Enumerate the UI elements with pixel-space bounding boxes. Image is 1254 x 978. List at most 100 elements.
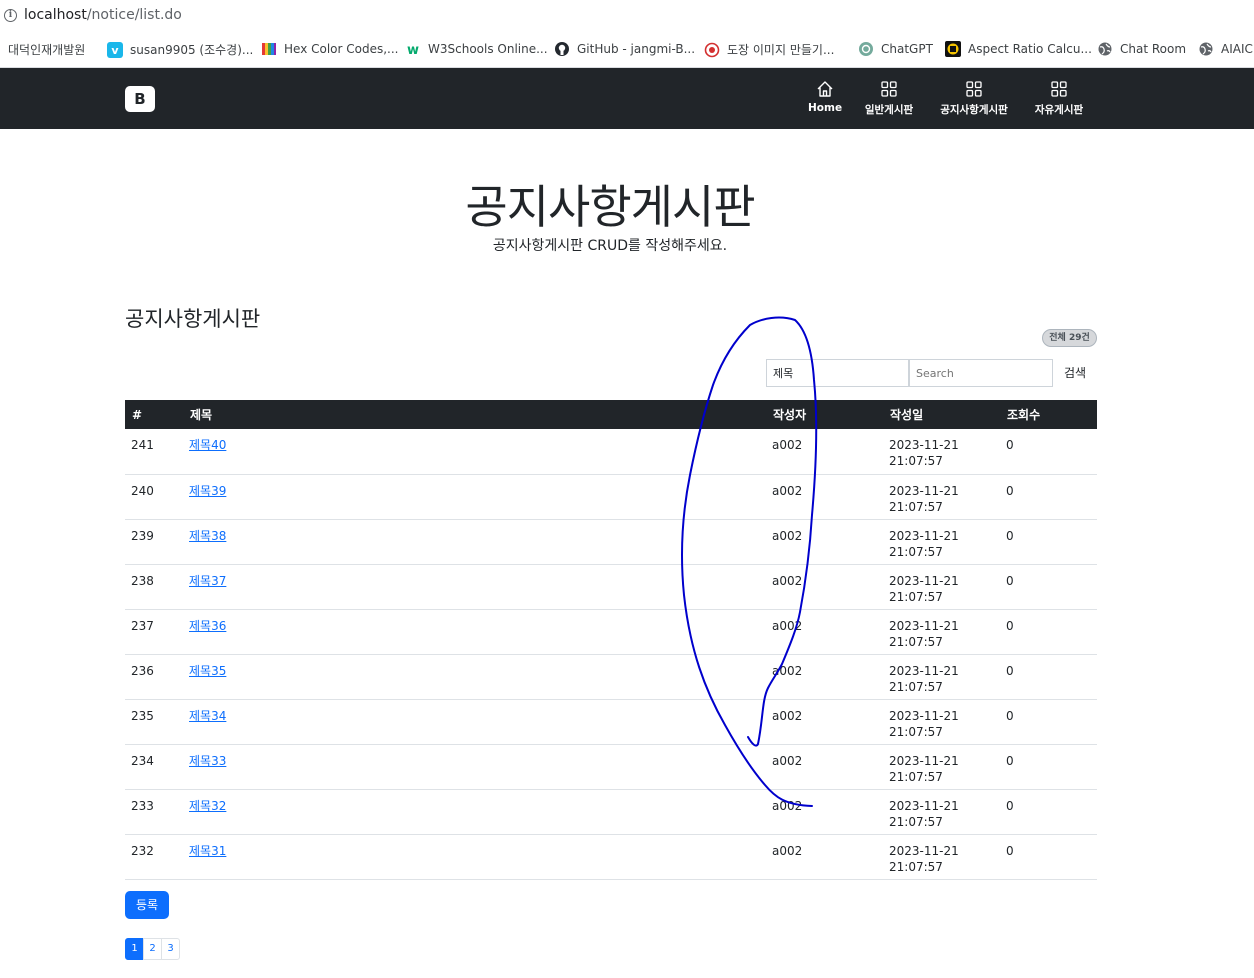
cell-hits: 0 [1006, 753, 1014, 768]
col-header-title: 제목 [190, 408, 213, 422]
date-text: 2023-11-21 [889, 663, 959, 678]
bookmark-item[interactable]: 도장 이미지 만들기... [704, 41, 834, 58]
table-row: 232 제목31 a002 2023-11-21 21:07:57 0 [125, 834, 1097, 879]
title-link[interactable]: 제목40 [189, 438, 226, 452]
bookmark-item[interactable]: w W3Schools Online... [405, 41, 548, 58]
cell-writer: a002 [772, 438, 803, 452]
vimeo-icon: v [107, 41, 123, 58]
cell-hits: 0 [1006, 843, 1014, 858]
nav-home[interactable]: Home [808, 80, 842, 114]
bookmark-item[interactable]: GitHub - jangmi-B... [554, 41, 695, 57]
time-text: 21:07:57 [889, 814, 943, 829]
aspect-ratio-icon [945, 41, 961, 57]
cell-title: 제목33 [183, 744, 766, 789]
table-row: 235 제목34 a002 2023-11-21 21:07:57 0 [125, 699, 1097, 744]
col-header-writer: 작성자 [773, 408, 807, 422]
title-link[interactable]: 제목33 [189, 754, 226, 768]
page-link[interactable]: 2 [143, 938, 162, 960]
bookmark-item[interactable]: Chat Room [1097, 41, 1186, 57]
title-link[interactable]: 제목38 [189, 529, 226, 543]
bookmark-item[interactable]: 대덕인재개발원 [8, 41, 85, 58]
date-text: 2023-11-21 [889, 753, 959, 768]
github-icon [554, 41, 570, 57]
date-text: 2023-11-21 [889, 843, 959, 858]
globe-icon [1198, 41, 1214, 57]
col-header-hits: 조회수 [1007, 408, 1041, 422]
bookmark-item[interactable]: Aspect Ratio Calcu... [945, 41, 1092, 57]
bookmark-item[interactable]: Hex Color Codes,... [261, 41, 399, 57]
cell-date: 2023-11-21 21:07:57 [883, 654, 1000, 699]
cell-num: 239 [131, 528, 154, 543]
title-link[interactable]: 제목36 [189, 619, 226, 633]
svg-text:v: v [111, 44, 119, 57]
table-header-row: # 제목 작성자 작성일 조회수 [125, 400, 1097, 429]
notice-table: # 제목 작성자 작성일 조회수 241 제목40 a002 2023-11-21 21… [125, 400, 1097, 880]
title-link[interactable]: 제목35 [189, 664, 226, 678]
bookmark-label: Hex Color Codes,... [284, 42, 399, 56]
cell-date: 2023-11-21 21:07:57 [883, 564, 1000, 609]
cell-title: 제목31 [183, 834, 766, 879]
cell-title: 제목35 [183, 654, 766, 699]
table-row: 238 제목37 a002 2023-11-21 21:07:57 0 [125, 564, 1097, 609]
cell-hits: 0 [1006, 438, 1014, 452]
pagination: 1 2 3 [125, 938, 180, 960]
cell-hits: 0 [1006, 708, 1014, 723]
date-text: 2023-11-21 [889, 573, 959, 588]
bookmark-item[interactable]: AIAIC [1198, 41, 1253, 57]
bookmark-item[interactable]: ChatGPT [858, 41, 933, 57]
grid-icon [1051, 81, 1067, 97]
table-row: 234 제목33 a002 2023-11-21 21:07:57 0 [125, 744, 1097, 789]
cell-title: 제목37 [183, 564, 766, 609]
cell-hits: 0 [1006, 483, 1014, 498]
section-title: 공지사항게시판 [125, 307, 261, 331]
cell-date: 2023-11-21 21:07:57 [883, 609, 1000, 654]
page-link[interactable]: 3 [161, 938, 180, 960]
date-text: 2023-11-21 [889, 528, 959, 543]
bookmark-label: 대덕인재개발원 [8, 43, 86, 57]
title-link[interactable]: 제목37 [189, 574, 226, 588]
nav-free-board[interactable]: 자유게시판 [1031, 80, 1087, 117]
cell-num: 237 [131, 618, 154, 633]
cell-hits: 0 [1006, 798, 1014, 813]
nav-notice-board[interactable]: 공지사항게시판 [935, 80, 1013, 117]
search-input[interactable] [909, 359, 1053, 387]
cell-date: 2023-11-21 21:07:57 [883, 789, 1000, 834]
title-link[interactable]: 제목31 [189, 844, 226, 858]
title-link[interactable]: 제목32 [189, 799, 226, 813]
stamp-icon [704, 42, 720, 58]
title-link[interactable]: 제목39 [189, 484, 226, 498]
cell-num: 241 [131, 438, 154, 452]
search-button[interactable]: 검색 [1056, 359, 1094, 387]
nav-general-board[interactable]: 일반게시판 [861, 80, 917, 117]
table-row: 240 제목39 a002 2023-11-21 21:07:57 0 [125, 474, 1097, 519]
color-book-icon [261, 41, 277, 57]
bookmark-label: AIAIC [1221, 42, 1253, 56]
cell-num: 240 [131, 483, 154, 498]
bookmark-item[interactable]: v susan9905 (조수경)... [107, 41, 253, 58]
time-text: 21:07:57 [889, 589, 943, 604]
search-type-select[interactable]: 제목 [766, 359, 909, 387]
date-text: 2023-11-21 [889, 708, 959, 723]
globe-icon [1097, 41, 1113, 57]
date-text: 2023-11-21 [889, 618, 959, 633]
address-bar[interactable]: i localhost/notice/list.do [0, 0, 1254, 32]
title-link[interactable]: 제목34 [189, 709, 226, 723]
register-button[interactable]: 등록 [125, 891, 169, 919]
cell-num: 233 [131, 798, 154, 813]
cell-num: 234 [131, 753, 154, 768]
cell-writer: a002 [772, 528, 803, 543]
page-link[interactable]: 1 [125, 938, 144, 960]
nav-label: 일반게시판 [864, 104, 914, 116]
cell-writer: a002 [772, 708, 803, 723]
cell-num: 236 [131, 663, 154, 678]
url-text[interactable]: localhost/notice/list.do [24, 7, 182, 23]
brand-logo[interactable]: B [125, 86, 155, 112]
cell-hits: 0 [1006, 573, 1014, 588]
w3schools-icon: w [405, 41, 421, 58]
bookmark-label: GitHub - jangmi-B... [577, 42, 696, 56]
cell-writer: a002 [772, 573, 803, 588]
hero-title: 공지사항게시판 [465, 180, 755, 234]
nav-label: 자유게시판 [1034, 104, 1084, 116]
cell-hits: 0 [1006, 618, 1014, 633]
info-icon[interactable]: i [4, 9, 17, 22]
